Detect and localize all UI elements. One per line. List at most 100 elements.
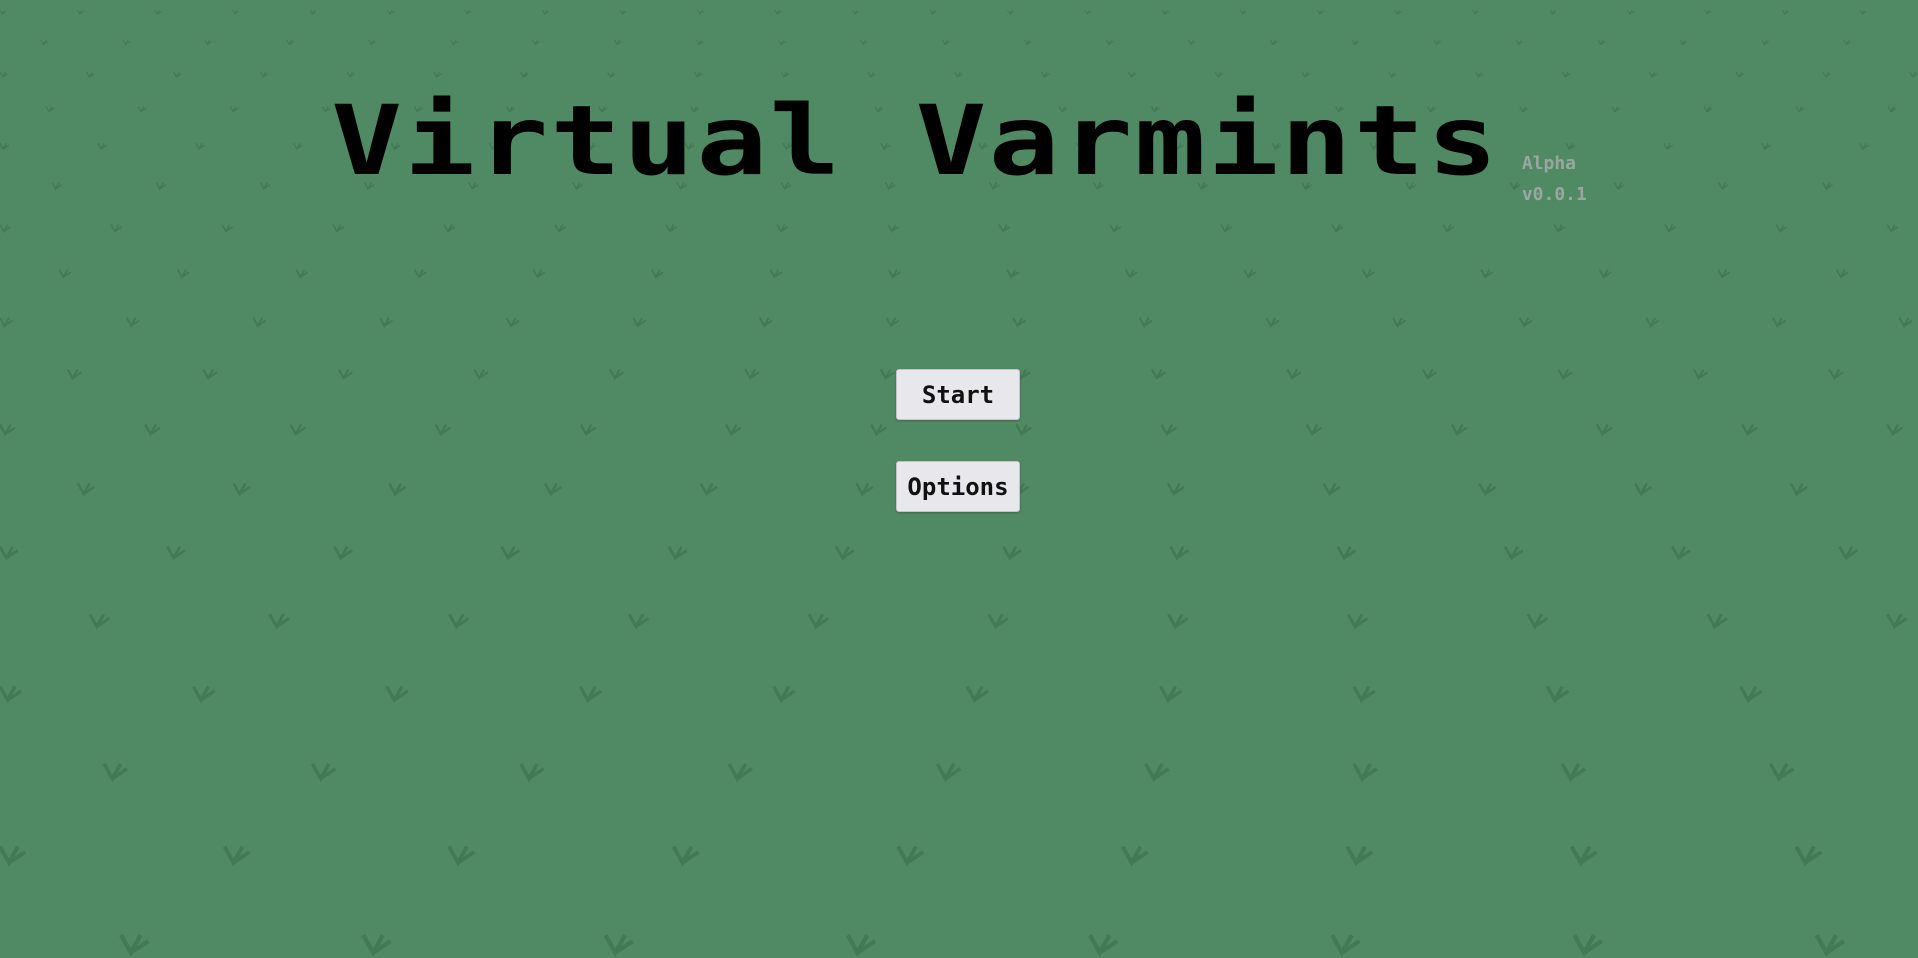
grass-tuft	[434, 423, 452, 437]
grass-tuft	[1301, 71, 1310, 79]
grass-tuft	[1741, 423, 1758, 437]
grass-tuft	[896, 845, 925, 867]
grass-tuft	[1433, 39, 1442, 46]
grass-tuft	[834, 545, 855, 561]
grass-tuft	[998, 224, 1011, 234]
grass-tuft	[887, 269, 901, 279]
grass-tuft	[1388, 71, 1397, 79]
grass-tuft	[464, 9, 472, 16]
grass-tuft	[473, 368, 489, 381]
grass-tuft	[1084, 9, 1092, 16]
grass-tuft	[1214, 71, 1224, 79]
grass-tuft	[1478, 482, 1497, 497]
grass-tuft	[0, 224, 12, 234]
grass-tuft	[332, 224, 345, 234]
options-button[interactable]: Options	[896, 461, 1020, 512]
grass-tuft	[1739, 685, 1763, 704]
grass-tuft	[361, 934, 392, 958]
grass-tuft	[1835, 269, 1849, 279]
grass-tuft	[1597, 39, 1606, 46]
grass-tuft	[154, 9, 162, 16]
grass-tuft	[450, 39, 458, 46]
grass-tuft	[1828, 368, 1844, 381]
grass-tuft	[1549, 9, 1557, 16]
grass-tuft	[252, 317, 267, 328]
grass-tuft	[744, 368, 760, 381]
grass-tuft	[1814, 934, 1846, 958]
start-button[interactable]: Start	[896, 369, 1020, 420]
grass-tuft	[222, 845, 251, 867]
grass-tuft	[727, 762, 754, 783]
grass-tuft	[867, 71, 876, 79]
grass-tuft	[1088, 934, 1119, 958]
grass-tuft	[1336, 545, 1357, 561]
grass-tuft	[1243, 269, 1257, 279]
grass-tuft	[579, 423, 597, 437]
grass-tuft	[1886, 613, 1908, 630]
grass-tuft	[1150, 368, 1167, 381]
grass-tuft	[1330, 934, 1361, 958]
grass-tuft	[0, 545, 19, 561]
grass-tuft	[1480, 269, 1494, 279]
grass-tuft	[125, 317, 140, 328]
grass-tuft	[204, 39, 213, 46]
grass-tuft	[603, 934, 634, 958]
grass-tuft	[88, 613, 111, 630]
grass-tuft	[578, 685, 603, 704]
grass-tuft	[543, 482, 563, 497]
grass-tuft	[202, 368, 218, 381]
grass-tuft	[1015, 423, 1032, 437]
grass-tuft	[1286, 368, 1302, 381]
grass-tuft	[542, 9, 550, 16]
grass-tuft	[1761, 39, 1770, 46]
grass-tuft	[929, 9, 937, 16]
grass-tuft	[0, 317, 14, 328]
grass-tuft	[1128, 71, 1137, 79]
grass-tuft	[942, 39, 950, 46]
grass-tuft	[532, 39, 540, 46]
grass-tuft	[387, 9, 395, 16]
grass-tuft	[102, 762, 129, 783]
grass-tuft	[1475, 71, 1484, 79]
grass-tuft	[388, 482, 407, 497]
grass-tuft	[1450, 423, 1468, 437]
grass-tuft	[166, 545, 186, 561]
grass-tuft	[40, 39, 49, 46]
grass-tuft	[1007, 9, 1015, 16]
version-label: v0.0.1	[1521, 184, 1587, 205]
grass-tuft	[221, 224, 234, 234]
grass-tuft	[1775, 224, 1788, 234]
grass-tuft	[1545, 685, 1570, 704]
grass-tuft	[191, 685, 216, 704]
grass-tuft	[119, 934, 150, 958]
grass-tuft	[0, 9, 7, 16]
grass-tuft	[433, 71, 442, 79]
grass-tuft	[379, 317, 393, 328]
grass-tuft	[1886, 423, 1903, 437]
grass-tuft	[1768, 762, 1795, 783]
grass-tuft	[1515, 39, 1524, 46]
grass-tuft	[173, 71, 182, 79]
grass-tuft	[232, 9, 240, 16]
grass-tuft	[1679, 39, 1688, 46]
grass-tuft	[1394, 9, 1402, 16]
grass-tuft	[1144, 762, 1170, 783]
grass-tuft	[413, 269, 427, 279]
grass-tuft	[879, 368, 896, 381]
grass-tuft	[1006, 269, 1020, 279]
grass-tuft	[852, 9, 860, 16]
grass-tuft	[1351, 39, 1360, 46]
grass-tuft	[0, 423, 16, 437]
grass-tuft	[696, 39, 704, 46]
grass-tuft	[448, 613, 470, 630]
grass-tuft	[807, 613, 830, 630]
grass-tuft	[1692, 368, 1709, 381]
grass-tuft	[1331, 224, 1344, 234]
grass-tuft	[1305, 423, 1323, 437]
grass-tuft	[632, 317, 647, 328]
grass-tuft	[443, 224, 456, 234]
grass-tuft	[289, 423, 306, 437]
grass-tuft	[447, 845, 476, 867]
grass-tuft	[1269, 39, 1278, 46]
grass-tuft	[1627, 9, 1635, 16]
